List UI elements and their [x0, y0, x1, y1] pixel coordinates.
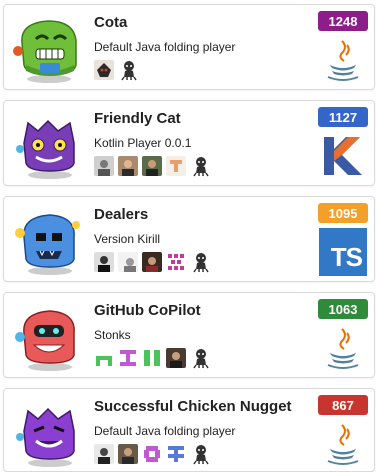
member-avatar-4[interactable] — [166, 252, 186, 272]
red-monster-avatar-icon — [15, 310, 75, 371]
member-avatar-3[interactable] — [142, 156, 162, 176]
github-icon[interactable] — [190, 155, 212, 177]
score-badge: 1095 — [318, 203, 368, 223]
team-members — [94, 345, 212, 371]
member-avatar-2[interactable] — [118, 156, 138, 176]
github-icon[interactable] — [190, 347, 212, 369]
player-card-github-copilot[interactable]: GitHub CoPilot Stonks 1063 — [3, 292, 375, 378]
player-name[interactable]: Successful Chicken Nugget — [94, 398, 292, 415]
team-members — [94, 57, 140, 83]
member-avatar-2[interactable] — [118, 444, 138, 464]
github-icon[interactable] — [190, 251, 212, 273]
java-icon — [327, 40, 359, 81]
player-name[interactable]: Dealers — [94, 206, 148, 223]
member-avatar-2[interactable] — [118, 252, 138, 272]
java-icon — [327, 424, 359, 465]
typescript-label: TS — [330, 242, 363, 272]
member-avatar-3[interactable] — [142, 252, 162, 272]
member-avatar-4[interactable] — [166, 348, 186, 368]
member-avatar-1[interactable] — [94, 348, 114, 368]
player-description: Default Java folding player — [94, 40, 236, 54]
member-avatar-2[interactable] — [118, 348, 138, 368]
player-description: Default Java folding player — [94, 424, 236, 438]
member-avatar-3[interactable] — [142, 348, 162, 368]
member-avatar-1[interactable] — [94, 60, 114, 80]
member-avatar-1[interactable] — [94, 252, 114, 272]
score-badge: 867 — [318, 395, 368, 415]
player-card-successful-chicken-nugget[interactable]: Successful Chicken Nugget Default Java f… — [3, 388, 375, 472]
player-description: Kotlin Player 0.0.1 — [94, 136, 192, 150]
blue-monster-avatar-icon — [15, 214, 80, 275]
player-name[interactable]: Cota — [94, 14, 127, 31]
purple-cat-avatar-icon — [16, 119, 75, 179]
score-badge: 1248 — [318, 11, 368, 31]
green-monster-avatar-icon — [13, 20, 77, 83]
player-description: Stonks — [94, 328, 131, 342]
player-name[interactable]: GitHub CoPilot — [94, 302, 201, 319]
team-members — [94, 153, 212, 179]
player-card-friendly-cat[interactable]: Friendly Cat Kotlin Player 0.0.1 1127 — [3, 100, 375, 186]
team-members — [94, 249, 212, 275]
github-icon[interactable] — [118, 59, 140, 81]
score-badge: 1063 — [318, 299, 368, 319]
player-card-cota[interactable]: Cota Default Java folding player 1248 — [3, 4, 375, 90]
player-description: Version Kirill — [94, 232, 161, 246]
team-members — [94, 441, 212, 467]
purple-monster-avatar-icon — [16, 407, 75, 467]
member-avatar-4[interactable] — [166, 156, 186, 176]
member-avatar-3[interactable] — [142, 444, 162, 464]
kotlin-icon — [324, 137, 362, 175]
score-badge: 1127 — [318, 107, 368, 127]
member-avatar-1[interactable] — [94, 156, 114, 176]
player-card-dealers[interactable]: Dealers Version Kirill 1095 TS — [3, 196, 375, 282]
typescript-icon: TS — [318, 227, 368, 277]
member-avatar-4[interactable] — [166, 444, 186, 464]
github-icon[interactable] — [190, 443, 212, 465]
player-name[interactable]: Friendly Cat — [94, 110, 181, 127]
java-icon — [327, 328, 359, 369]
member-avatar-1[interactable] — [94, 444, 114, 464]
